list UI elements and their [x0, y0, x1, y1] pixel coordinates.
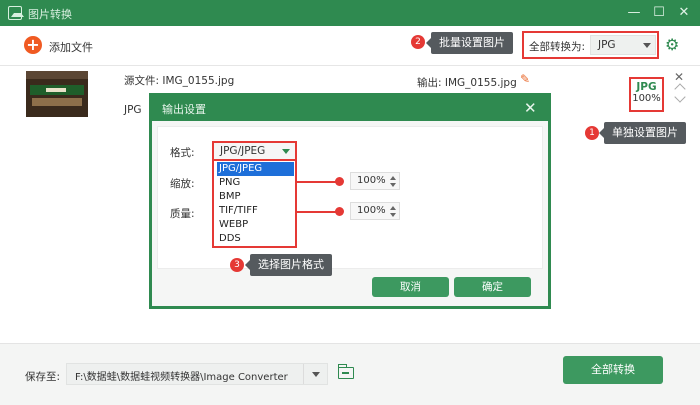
- callout-single-settings: 单独设置图片: [599, 122, 686, 144]
- status-percent: 100%: [632, 93, 661, 104]
- open-folder-icon[interactable]: [337, 364, 354, 379]
- close-icon[interactable]: ✕: [524, 99, 537, 117]
- source-file: 源文件: IMG_0155.jpg: [124, 75, 235, 87]
- output-path-field[interactable]: F:\数据蛙\数据蛙视频转换器\Image Converter: [66, 363, 328, 385]
- format-options-list: JPG/JPEG PNG BMP TIF/TIFF WEBP DDS: [212, 159, 297, 248]
- format-label: 格式:: [170, 147, 195, 159]
- format-dropdown[interactable]: JPG/JPEG: [212, 141, 297, 161]
- format-option-dds[interactable]: DDS: [217, 232, 294, 246]
- scale-slider-handle[interactable]: [335, 177, 344, 186]
- convert-all-button[interactable]: 全部转换: [563, 356, 663, 384]
- dialog-header: 输出设置 ✕: [152, 96, 548, 121]
- close-icon[interactable]: ✕: [674, 3, 694, 23]
- output-path-value: F:\数据蛙\数据蛙视频转换器\Image Converter: [75, 372, 288, 383]
- convert-all-format-value: JPG: [598, 39, 616, 51]
- quality-value: 100%: [357, 205, 386, 216]
- image-thumbnail: [26, 71, 88, 117]
- single-format-status[interactable]: JPG 100%: [629, 77, 664, 112]
- scale-label: 缩放:: [170, 178, 195, 190]
- format-option-webp[interactable]: WEBP: [217, 218, 294, 232]
- decrement-icon[interactable]: [390, 183, 396, 187]
- ok-button[interactable]: 确定: [454, 277, 531, 297]
- format-option-png[interactable]: PNG: [217, 176, 294, 190]
- path-dropdown[interactable]: [303, 364, 327, 384]
- chevron-down-icon: [282, 149, 290, 154]
- title-bar: 图片转换 — ☐ ✕: [0, 0, 700, 26]
- save-to-label: 保存至:: [25, 371, 61, 383]
- scale-stepper[interactable]: 100%: [350, 172, 400, 190]
- callout-badge-1: 1: [585, 126, 599, 140]
- scale-value: 100%: [357, 175, 386, 186]
- convert-all-format-select[interactable]: JPG: [590, 35, 656, 55]
- format-option-jpg[interactable]: JPG/JPEG: [217, 162, 294, 176]
- quality-label: 质量:: [170, 208, 195, 220]
- dialog-title: 输出设置: [162, 103, 206, 116]
- edit-pencil-icon[interactable]: ✎: [520, 72, 530, 86]
- callout-badge-2: 2: [411, 35, 425, 49]
- callout-select-format: 选择图片格式: [245, 254, 332, 276]
- chevron-down-icon: [643, 43, 651, 48]
- window-title: 图片转换: [28, 8, 72, 21]
- increment-icon[interactable]: [390, 206, 396, 210]
- callout-badge-3: 3: [230, 258, 244, 272]
- quality-stepper[interactable]: 100%: [350, 202, 400, 220]
- gear-icon[interactable]: ⚙: [665, 37, 681, 53]
- increment-icon[interactable]: [390, 176, 396, 180]
- convert-all-label: 全部转换为:: [529, 41, 586, 53]
- chevron-down-icon: [312, 372, 320, 377]
- image-app-icon: [8, 6, 24, 20]
- output-settings-dialog: 输出设置 ✕ 格式: JPG/JPEG JPG/JPEG PNG BMP TIF…: [149, 93, 551, 309]
- add-file-button[interactable]: 添加文件: [49, 39, 93, 55]
- format-option-bmp[interactable]: BMP: [217, 190, 294, 204]
- convert-all-format-group: 全部转换为: JPG: [522, 31, 659, 59]
- decrement-icon[interactable]: [390, 213, 396, 217]
- output-file: 输出: IMG_0155.jpg: [417, 77, 517, 89]
- status-format: JPG: [636, 81, 657, 93]
- minimize-icon[interactable]: —: [624, 3, 644, 23]
- add-file-plus-icon[interactable]: +: [24, 36, 42, 54]
- quality-slider-handle[interactable]: [335, 207, 344, 216]
- scale-slider-track: [295, 181, 339, 183]
- bottom-bar: 保存至: F:\数据蛙\数据蛙视频转换器\Image Converter 全部转…: [0, 343, 700, 405]
- format-dropdown-value: JPG/JPEG: [220, 145, 266, 157]
- source-format: JPG: [124, 104, 142, 116]
- quality-slider-track: [295, 211, 339, 213]
- format-option-tif[interactable]: TIF/TIFF: [217, 204, 294, 218]
- remove-file-icon[interactable]: ✕: [674, 70, 684, 84]
- cancel-button[interactable]: 取消: [372, 277, 449, 297]
- chevron-down-icon[interactable]: [674, 91, 686, 103]
- maximize-icon[interactable]: ☐: [649, 3, 669, 23]
- callout-batch-settings: 批量设置图片: [426, 32, 513, 54]
